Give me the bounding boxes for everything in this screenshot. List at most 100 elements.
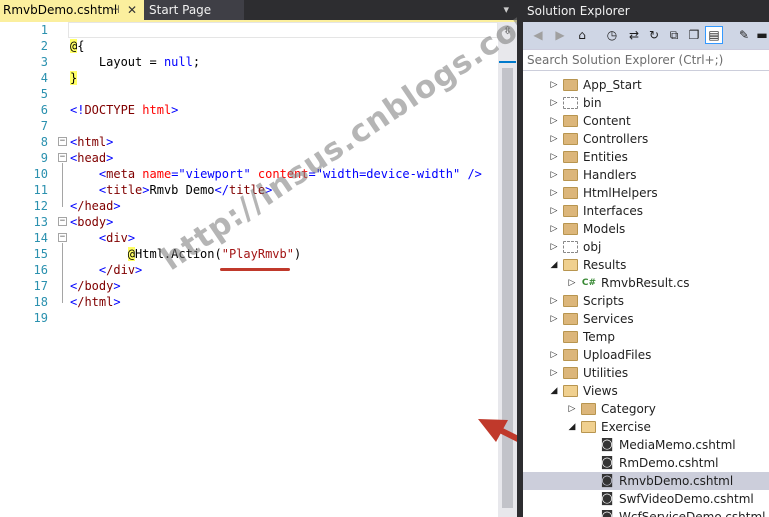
expand-arrow-icon[interactable]: ▷ [549, 112, 559, 130]
home-icon[interactable]: ⌂ [573, 26, 591, 44]
expand-arrow-icon[interactable]: ▷ [567, 274, 577, 292]
tree-item[interactable]: ◙ WcfServiceDemo.cshtml [523, 508, 769, 517]
tree-item-label: RmvbResult.cs [601, 276, 690, 290]
expand-arrow-icon[interactable]: ▷ [549, 310, 559, 328]
tree-item[interactable]: ◙ RmvbDemo.cshtml [523, 472, 769, 490]
tree-item[interactable]: ▷ Services [523, 310, 769, 328]
properties-icon[interactable]: ✎ [735, 26, 753, 44]
code-line-17: </body> [70, 279, 121, 293]
tree-item[interactable]: ▷ bin [523, 94, 769, 112]
tree-item[interactable]: ▷ Utilities [523, 364, 769, 382]
collapse-div-icon[interactable]: − [58, 233, 67, 242]
tree-item[interactable]: ▷ UploadFiles [523, 346, 769, 364]
line-number: 15 [33, 247, 48, 261]
tree-item[interactable]: ▷ Scripts [523, 292, 769, 310]
tree-item[interactable]: ▷ C# RmvbResult.cs [523, 274, 769, 292]
tree-item[interactable]: ▷ Content [523, 112, 769, 130]
code-token: /div [106, 263, 136, 277]
folder-open-icon [563, 259, 578, 271]
code-token: "viewport" [178, 167, 251, 181]
solution-search-input[interactable]: Search Solution Explorer (Ctrl+;) [523, 50, 769, 71]
refresh-icon[interactable]: ↻ [645, 26, 663, 44]
expand-arrow-icon[interactable]: ▷ [549, 364, 559, 382]
tree-item[interactable]: ◢ Results [523, 256, 769, 274]
csharp-file-icon: C# [581, 278, 597, 288]
collapse-arrow-icon[interactable]: ◢ [549, 382, 559, 400]
preview-icon[interactable]: ▬ [753, 26, 769, 44]
history-icon[interactable]: ◷ [603, 26, 621, 44]
tab-rmvbdemo[interactable]: RmvbDemo.cshtml ⊣ ✕ [0, 0, 144, 20]
expand-arrow-icon[interactable]: ▷ [549, 76, 559, 94]
collapse-body-icon[interactable]: − [58, 217, 67, 226]
tree-item-label: Controllers [583, 132, 649, 146]
line-number: 9 [40, 151, 48, 165]
collapse-all-icon[interactable]: ⧉ [665, 26, 683, 44]
expand-arrow-icon[interactable]: ▷ [549, 130, 559, 148]
tab-label: RmvbDemo.cshtml [3, 3, 118, 17]
tree-item[interactable]: ▷ Category [523, 400, 769, 418]
folder-icon [563, 133, 578, 145]
folder-icon [563, 97, 578, 109]
folder-icon [563, 313, 578, 325]
show-all-files-toggle-icon[interactable]: ▤ [705, 26, 723, 44]
code-token: head [77, 151, 107, 165]
collapse-arrow-icon[interactable]: ◢ [567, 418, 577, 436]
expand-arrow-icon[interactable]: ▷ [549, 184, 559, 202]
expand-arrow-icon[interactable]: ▷ [549, 94, 559, 112]
expand-arrow-icon[interactable]: ▷ [549, 346, 559, 364]
tree-item[interactable]: ▷ Interfaces [523, 202, 769, 220]
tree-item[interactable]: ▷ Entities [523, 148, 769, 166]
expand-arrow-icon[interactable]: ▷ [549, 238, 559, 256]
tab-start-page[interactable]: Start Page [144, 0, 244, 20]
code-line-14: <div> [98, 231, 136, 245]
tree-item[interactable]: ▷ Handlers [523, 166, 769, 184]
tree-item-label: SwfVideoDemo.cshtml [619, 492, 754, 506]
pin-icon[interactable]: ⊣ [110, 0, 120, 20]
collapse-head-icon[interactable]: − [58, 153, 67, 162]
tree-item-label: Interfaces [583, 204, 643, 218]
razor-at: @ [127, 247, 136, 261]
tree-item[interactable]: ◢ Views [523, 382, 769, 400]
tree-item-label: RmDemo.cshtml [619, 456, 719, 470]
show-all-files-icon[interactable]: ❐ [685, 26, 703, 44]
expand-arrow-icon[interactable]: ▷ [549, 220, 559, 238]
outline-guide [62, 243, 63, 303]
expand-arrow-icon[interactable]: ▷ [549, 148, 559, 166]
solution-explorer: Solution Explorer ◀ ▶ ⌂ ◷ ⇄ ↻ ⧉ ❐ ▤ ✎ ▬ … [523, 0, 769, 517]
code-line-8: <html> [70, 135, 114, 149]
expand-arrow-icon[interactable]: ▷ [549, 166, 559, 184]
expand-arrow-icon[interactable]: ▷ [567, 400, 577, 418]
tree-item[interactable]: Temp [523, 328, 769, 346]
tree-item[interactable]: ◙ SwfVideoDemo.cshtml [523, 490, 769, 508]
tree-item[interactable]: ▷ obj [523, 238, 769, 256]
scroll-caret-marker [499, 61, 516, 63]
code-token: Layout [98, 55, 143, 69]
tab-label: Start Page [149, 3, 212, 17]
code-token: ) [293, 247, 302, 261]
tree-item[interactable]: ▷ Controllers [523, 130, 769, 148]
back-icon[interactable]: ◀ [529, 26, 547, 44]
tree-item[interactable]: ◙ MediaMemo.cshtml [523, 436, 769, 454]
line-number: 10 [33, 167, 48, 181]
line-number-gutter: 1 2 3 4 5 6 7 8 9 10 11 12 13 14 15 16 1… [0, 22, 52, 517]
code-token: "width=device-width" [315, 167, 461, 181]
collapse-html-icon[interactable]: − [58, 137, 67, 146]
folder-icon [563, 241, 578, 253]
folder-icon [563, 367, 578, 379]
tree-item[interactable]: ▷ Models [523, 220, 769, 238]
tree-item[interactable]: ◢ Exercise [523, 418, 769, 436]
code-token: <! [70, 103, 85, 117]
tree-item[interactable]: ▷ App_Start [523, 76, 769, 94]
tree-item[interactable]: ▷ HtmlHelpers [523, 184, 769, 202]
line-number: 12 [33, 199, 48, 213]
close-icon[interactable]: ✕ [127, 0, 137, 20]
sync-icon[interactable]: ⇄ [625, 26, 643, 44]
collapse-arrow-icon[interactable]: ◢ [549, 256, 559, 274]
expand-arrow-icon[interactable]: ▷ [549, 202, 559, 220]
tree-item-label: Temp [583, 330, 615, 344]
forward-icon[interactable]: ▶ [551, 26, 569, 44]
expand-arrow-icon[interactable]: ▷ [549, 292, 559, 310]
code-line-4: } [70, 70, 78, 86]
folder-open-icon [581, 421, 596, 433]
tree-item[interactable]: ◙ RmDemo.cshtml [523, 454, 769, 472]
